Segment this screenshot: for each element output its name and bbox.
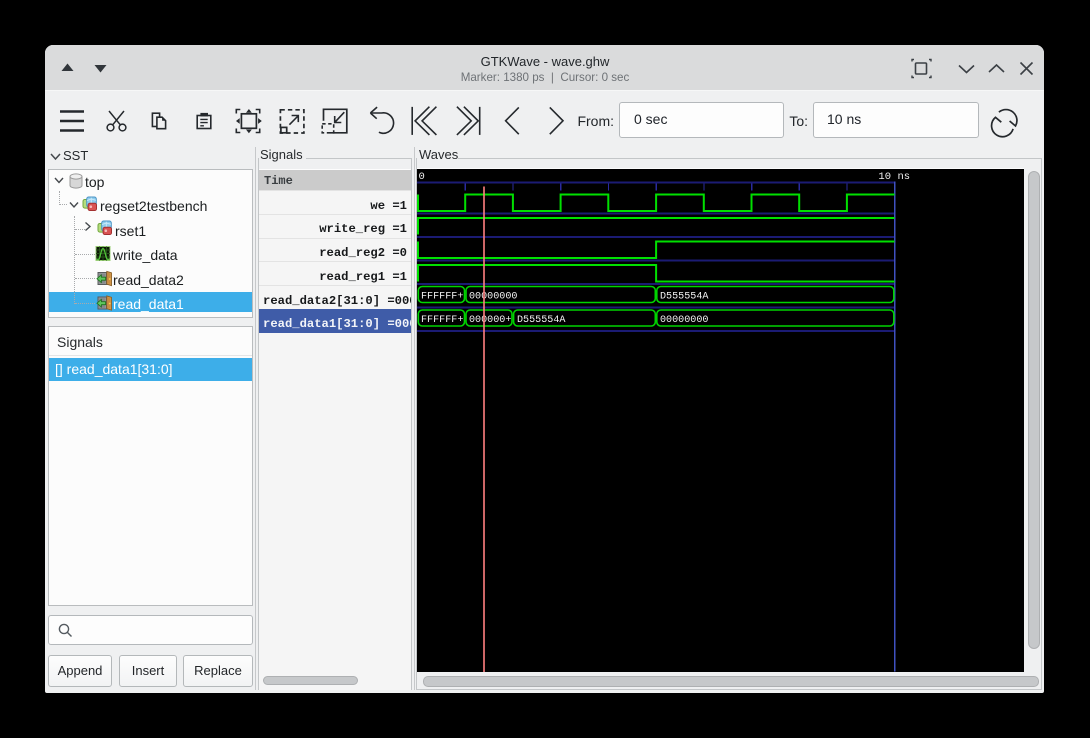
svg-text:FFFFFF+: FFFFFF+	[421, 291, 463, 302]
svg-text:00000000: 00000000	[660, 315, 708, 326]
svg-text:D555554A: D555554A	[660, 291, 709, 302]
svg-text:00000000: 00000000	[469, 291, 517, 302]
svg-text:000000+: 000000+	[469, 315, 511, 326]
svg-text:To:: To:	[789, 113, 808, 129]
svg-text:D555554A: D555554A	[517, 315, 566, 326]
svg-text:0: 0	[419, 171, 425, 183]
svg-text:10: 10	[878, 171, 891, 183]
svg-text:FFFFFF+: FFFFFF+	[421, 315, 463, 326]
svg-text:ns: ns	[898, 171, 911, 183]
svg-text:From:: From:	[577, 113, 614, 129]
